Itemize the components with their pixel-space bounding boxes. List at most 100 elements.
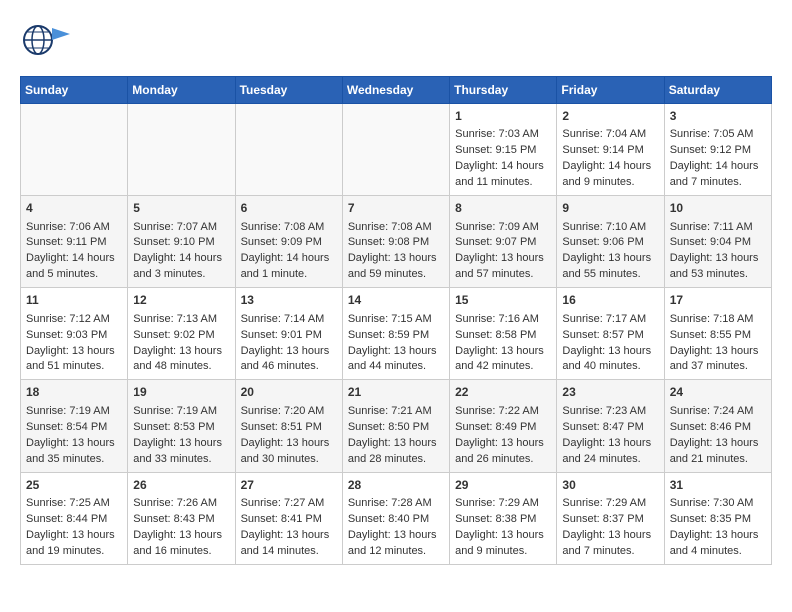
day-info: Daylight: 14 hours: [455, 160, 544, 172]
day-info: and 24 minutes.: [562, 453, 640, 465]
day-info: Sunrise: 7:06 AM: [26, 221, 110, 233]
day-info: Sunrise: 7:30 AM: [670, 497, 754, 509]
day-number: 31: [670, 477, 766, 494]
day-info: Daylight: 13 hours: [670, 437, 759, 449]
day-info: Sunset: 9:09 PM: [241, 236, 322, 248]
day-number: 19: [133, 384, 229, 401]
day-info: and 7 minutes.: [562, 545, 634, 557]
day-info: Sunrise: 7:29 AM: [455, 497, 539, 509]
day-info: Sunset: 8:46 PM: [670, 421, 751, 433]
header-saturday: Saturday: [664, 77, 771, 104]
day-info: Sunrise: 7:15 AM: [348, 313, 432, 325]
logo-icon: [20, 20, 70, 60]
day-info: Sunset: 8:50 PM: [348, 421, 429, 433]
day-info: Sunset: 8:43 PM: [133, 513, 214, 525]
calendar-cell: 6Sunrise: 7:08 AMSunset: 9:09 PMDaylight…: [235, 196, 342, 288]
day-info: Sunset: 8:58 PM: [455, 329, 536, 341]
day-info: Sunrise: 7:22 AM: [455, 405, 539, 417]
day-number: 14: [348, 292, 444, 309]
calendar-cell: 10Sunrise: 7:11 AMSunset: 9:04 PMDayligh…: [664, 196, 771, 288]
day-number: 30: [562, 477, 658, 494]
day-info: Daylight: 13 hours: [455, 252, 544, 264]
calendar-cell: 1Sunrise: 7:03 AMSunset: 9:15 PMDaylight…: [450, 104, 557, 196]
calendar-cell: 12Sunrise: 7:13 AMSunset: 9:02 PMDayligh…: [128, 288, 235, 380]
day-number: 16: [562, 292, 658, 309]
day-info: Daylight: 13 hours: [348, 529, 437, 541]
day-info: Daylight: 13 hours: [26, 529, 115, 541]
day-info: and 7 minutes.: [670, 176, 742, 188]
day-info: Daylight: 13 hours: [348, 252, 437, 264]
day-info: Sunset: 9:07 PM: [455, 236, 536, 248]
header-friday: Friday: [557, 77, 664, 104]
day-info: Sunrise: 7:29 AM: [562, 497, 646, 509]
calendar-cell: [128, 104, 235, 196]
day-info: Daylight: 13 hours: [133, 529, 222, 541]
day-info: Daylight: 13 hours: [562, 437, 651, 449]
header-thursday: Thursday: [450, 77, 557, 104]
day-info: and 11 minutes.: [455, 176, 532, 188]
day-info: Sunset: 8:47 PM: [562, 421, 643, 433]
calendar-cell: 14Sunrise: 7:15 AMSunset: 8:59 PMDayligh…: [342, 288, 449, 380]
day-number: 20: [241, 384, 337, 401]
day-number: 23: [562, 384, 658, 401]
day-info: Sunset: 9:03 PM: [26, 329, 107, 341]
day-info: Sunset: 9:14 PM: [562, 144, 643, 156]
day-number: 10: [670, 200, 766, 217]
day-number: 1: [455, 108, 551, 125]
day-info: Sunset: 8:41 PM: [241, 513, 322, 525]
day-info: Daylight: 13 hours: [133, 437, 222, 449]
calendar-cell: [21, 104, 128, 196]
day-info: and 26 minutes.: [455, 453, 533, 465]
day-info: Daylight: 13 hours: [241, 437, 330, 449]
day-info: Sunset: 9:10 PM: [133, 236, 214, 248]
day-info: and 12 minutes.: [348, 545, 426, 557]
calendar-cell: 22Sunrise: 7:22 AMSunset: 8:49 PMDayligh…: [450, 380, 557, 472]
day-number: 21: [348, 384, 444, 401]
calendar-cell: 24Sunrise: 7:24 AMSunset: 8:46 PMDayligh…: [664, 380, 771, 472]
day-info: Daylight: 14 hours: [133, 252, 222, 264]
day-info: Daylight: 13 hours: [241, 345, 330, 357]
day-info: Daylight: 13 hours: [26, 437, 115, 449]
calendar-cell: 16Sunrise: 7:17 AMSunset: 8:57 PMDayligh…: [557, 288, 664, 380]
day-number: 2: [562, 108, 658, 125]
day-info: Daylight: 13 hours: [133, 345, 222, 357]
calendar-cell: 27Sunrise: 7:27 AMSunset: 8:41 PMDayligh…: [235, 472, 342, 564]
day-number: 9: [562, 200, 658, 217]
day-info: Sunrise: 7:09 AM: [455, 221, 539, 233]
page-header: [20, 20, 772, 60]
day-number: 15: [455, 292, 551, 309]
day-info: and 55 minutes.: [562, 268, 640, 280]
day-info: Sunrise: 7:08 AM: [348, 221, 432, 233]
calendar-week-3: 11Sunrise: 7:12 AMSunset: 9:03 PMDayligh…: [21, 288, 772, 380]
calendar-cell: 11Sunrise: 7:12 AMSunset: 9:03 PMDayligh…: [21, 288, 128, 380]
day-info: Sunset: 8:49 PM: [455, 421, 536, 433]
day-info: Daylight: 13 hours: [670, 345, 759, 357]
day-number: 6: [241, 200, 337, 217]
day-info: Sunset: 8:53 PM: [133, 421, 214, 433]
day-info: and 19 minutes.: [26, 545, 104, 557]
day-info: Sunset: 9:11 PM: [26, 236, 107, 248]
day-info: and 9 minutes.: [562, 176, 634, 188]
day-info: Sunset: 8:38 PM: [455, 513, 536, 525]
day-info: and 1 minute.: [241, 268, 308, 280]
day-number: 4: [26, 200, 122, 217]
day-info: Sunset: 9:06 PM: [562, 236, 643, 248]
calendar-cell: 4Sunrise: 7:06 AMSunset: 9:11 PMDaylight…: [21, 196, 128, 288]
day-info: and 28 minutes.: [348, 453, 426, 465]
calendar-cell: 7Sunrise: 7:08 AMSunset: 9:08 PMDaylight…: [342, 196, 449, 288]
calendar-cell: 29Sunrise: 7:29 AMSunset: 8:38 PMDayligh…: [450, 472, 557, 564]
day-number: 24: [670, 384, 766, 401]
header-sunday: Sunday: [21, 77, 128, 104]
day-number: 28: [348, 477, 444, 494]
day-info: Sunrise: 7:05 AM: [670, 128, 754, 140]
day-info: Sunset: 9:15 PM: [455, 144, 536, 156]
day-number: 13: [241, 292, 337, 309]
day-info: and 5 minutes.: [26, 268, 98, 280]
day-info: Sunrise: 7:13 AM: [133, 313, 217, 325]
day-number: 5: [133, 200, 229, 217]
calendar-cell: [235, 104, 342, 196]
day-info: Sunset: 9:12 PM: [670, 144, 751, 156]
day-number: 27: [241, 477, 337, 494]
calendar-cell: 18Sunrise: 7:19 AMSunset: 8:54 PMDayligh…: [21, 380, 128, 472]
header-tuesday: Tuesday: [235, 77, 342, 104]
